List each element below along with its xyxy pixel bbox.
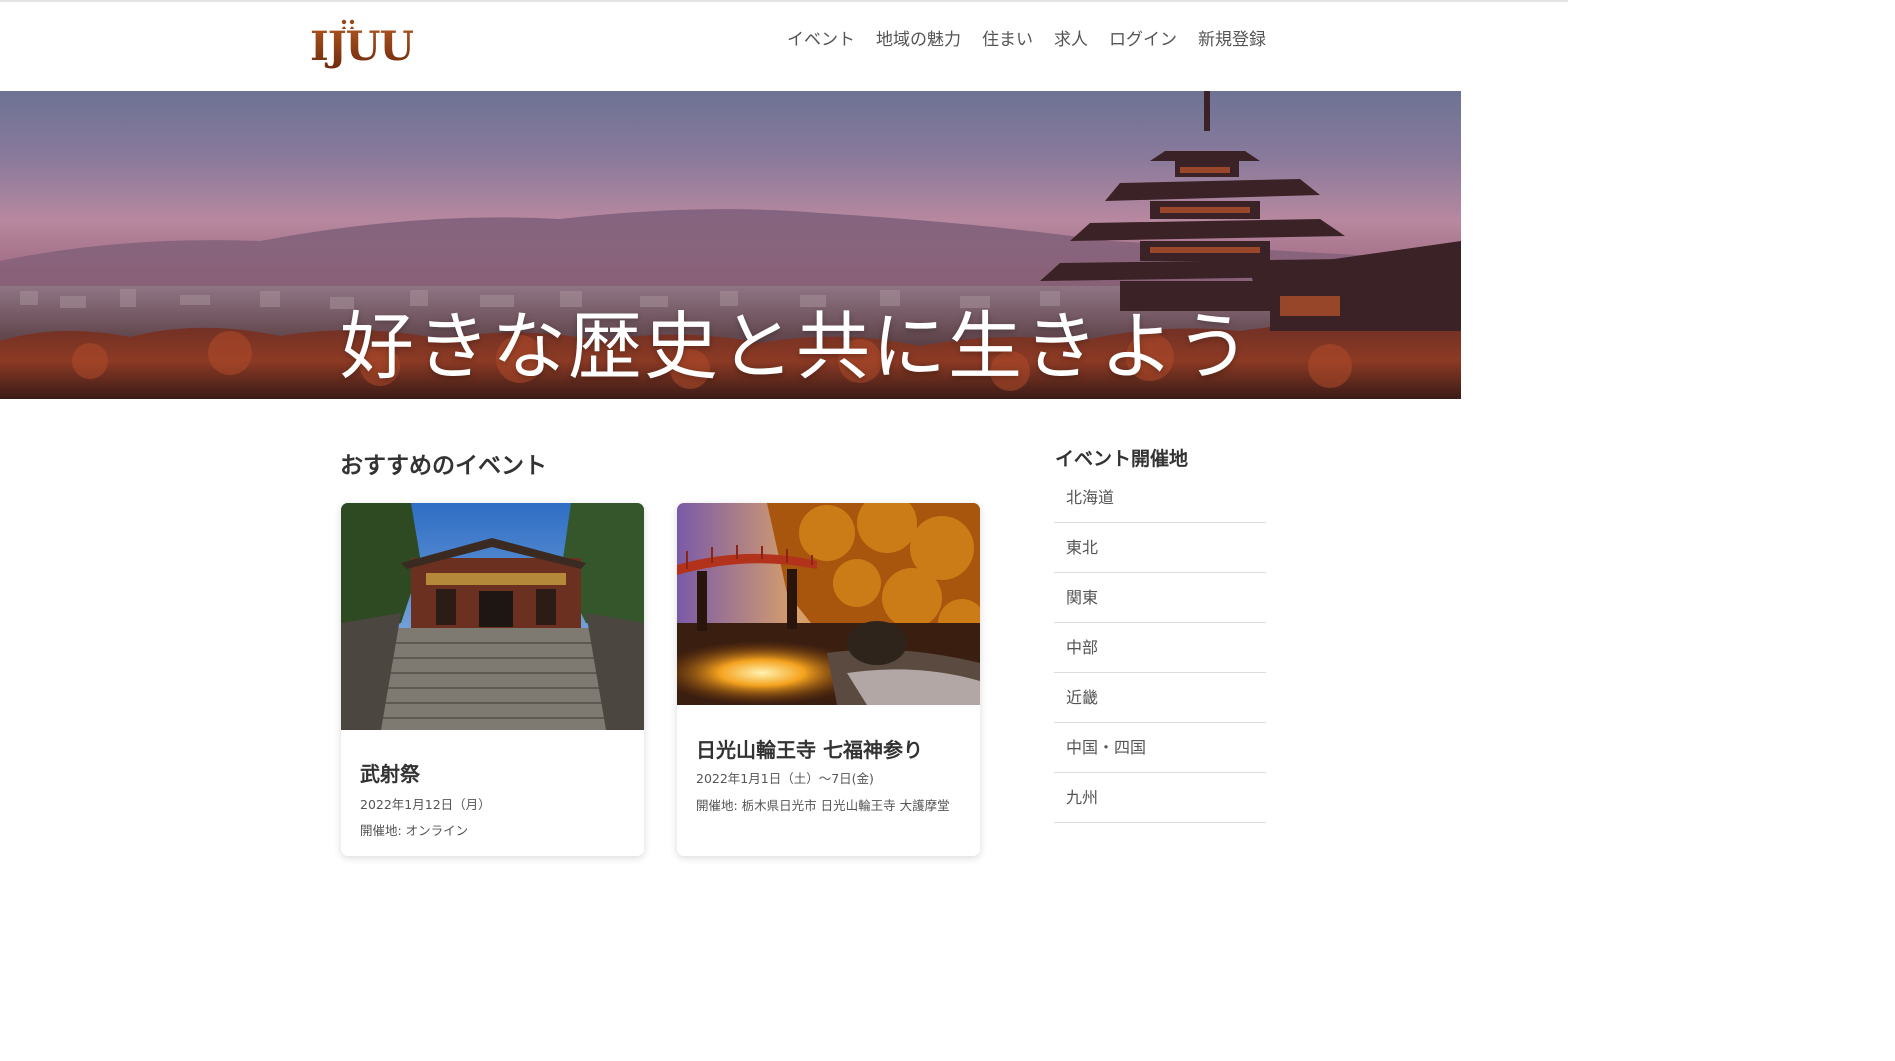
- recommended-events-heading: おすすめのイベント: [340, 453, 547, 479]
- event-title: 日光山輪王寺 七福神参り: [696, 738, 923, 762]
- event-title: 武射祭: [360, 762, 420, 786]
- region-item-hokkaido[interactable]: 北海道: [1054, 473, 1266, 523]
- main-nav: イベント 地域の魅力 住まい 求人 ログイン 新規登録: [766, 28, 1266, 52]
- hero-title: 好きな歴史と共に生きよう: [340, 304, 1252, 390]
- event-image-shrine-gate: [341, 503, 644, 730]
- region-item-kanto[interactable]: 関東: [1054, 573, 1266, 623]
- region-item-tohoku[interactable]: 東北: [1054, 523, 1266, 573]
- event-date: 2022年1月12日（月）: [360, 797, 491, 812]
- region-item-chubu[interactable]: 中部: [1054, 623, 1266, 673]
- site-header: IJUU イベント 地域の魅力 住まい 求人 ログイン 新規登録: [0, 2, 1568, 91]
- nav-housing[interactable]: 住まい: [982, 28, 1033, 52]
- event-date: 2022年1月1日（土）～7日(金): [696, 771, 874, 786]
- region-item-kinki[interactable]: 近畿: [1054, 673, 1266, 723]
- nav-login[interactable]: ログイン: [1109, 28, 1177, 52]
- event-card-bushasai[interactable]: 武射祭 2022年1月12日（月） 開催地: オンライン: [341, 503, 644, 856]
- logo-text: IJUU: [310, 23, 414, 70]
- region-item-kyushu[interactable]: 九州: [1054, 773, 1266, 823]
- event-region-heading: イベント開催地: [1055, 448, 1189, 470]
- logo-figures-icon: [341, 19, 355, 29]
- event-venue: 開催地: オンライン: [360, 823, 469, 838]
- region-item-chugoku-shikoku[interactable]: 中国・四国: [1054, 723, 1266, 773]
- nav-events[interactable]: イベント: [787, 28, 855, 52]
- hero-banner: 好きな歴史と共に生きよう: [0, 91, 1461, 399]
- nav-regional-appeal[interactable]: 地域の魅力: [876, 28, 961, 52]
- nav-signup[interactable]: 新規登録: [1198, 28, 1266, 52]
- event-venue: 開催地: 栃木県日光市 日光山輪王寺 大護摩堂: [696, 798, 950, 813]
- region-list: 北海道 東北 関東 中部 近畿 中国・四国 九州: [1054, 473, 1266, 823]
- event-image-shinkyo-bridge: [677, 503, 980, 705]
- event-card-nikko-shichifukujin[interactable]: 日光山輪王寺 七福神参り 2022年1月1日（土）～7日(金) 開催地: 栃木県…: [677, 503, 980, 856]
- nav-jobs[interactable]: 求人: [1054, 28, 1088, 52]
- site-logo[interactable]: IJUU: [310, 19, 414, 70]
